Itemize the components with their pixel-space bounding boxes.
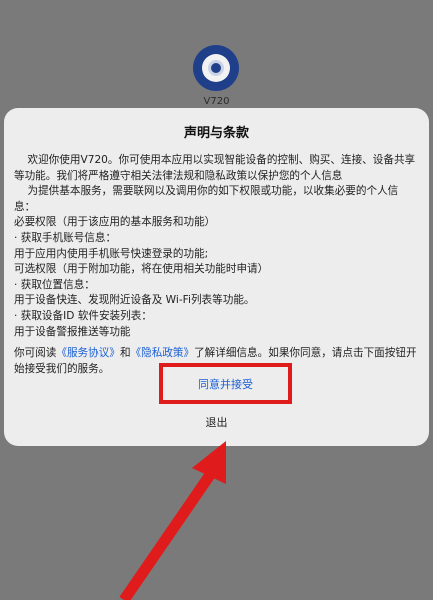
- red-arrow-icon: [119, 441, 226, 600]
